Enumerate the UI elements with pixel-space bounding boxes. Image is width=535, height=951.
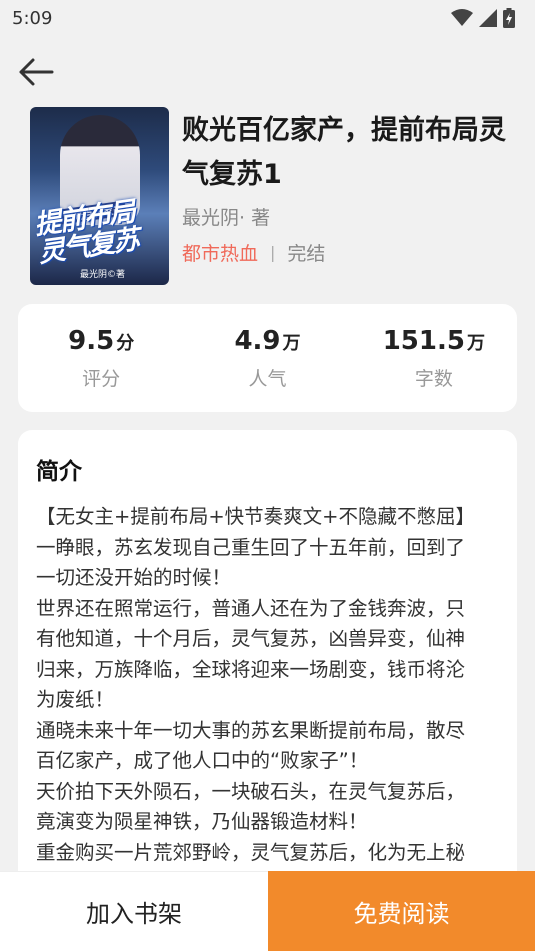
stat-label: 人气 (248, 368, 287, 390)
stat-value-line: 4.9 万 (234, 326, 300, 356)
intro-line: 为废纸！ (36, 688, 115, 711)
intro-line: 归来，万族降临，全球将迎来一场剧变，钱币将沦 (36, 657, 466, 681)
battery-icon (503, 8, 515, 28)
intro-line: 百亿家产，成了他人口中的“败家子”！ (36, 749, 369, 772)
cover-author: 最光阴©著 (80, 270, 126, 280)
stat-rating: 9.5 分 评分 (18, 304, 184, 412)
intro-heading: 简介 (36, 459, 82, 485)
stat-value-line: 151.5 万 (383, 326, 485, 356)
status-bar: 5:09 (0, 0, 535, 36)
status-icons (451, 8, 515, 28)
cover-title: 提前布局 灵气复苏 (32, 196, 140, 269)
stat-value: 4.9 (234, 326, 281, 356)
stat-popularity: 4.9 万 人气 (184, 304, 350, 412)
book-author: 最光阴· 著 (182, 207, 271, 229)
stat-value: 9.5 (68, 326, 115, 356)
tag-separator: | (270, 243, 276, 262)
stats-card: 9.5 分 评分 4.9 万 人气 151.5 万 字数 (18, 304, 517, 412)
book-cover[interactable]: 败光百亿家产 提前布局 灵气复苏 最光阴©著 (30, 107, 169, 285)
book-title: 败光百亿家产，提前布局灵气复苏1 (182, 115, 506, 190)
back-arrow-icon (19, 58, 54, 86)
signal-icon (479, 9, 497, 27)
genre-tag[interactable]: 都市热血 (182, 239, 258, 266)
back-button[interactable] (14, 52, 58, 92)
book-header: 败光百亿家产 提前布局 灵气复苏 最光阴©著 败光百亿家产，提前布局灵气复苏1 … (30, 107, 520, 287)
intro-text: 【无女主+提前布局+快节奏爽文+不隐藏不憋屈】 一睁眼，苏玄发现自己重生回了十五… (36, 502, 506, 868)
intro-line: 一睁眼，苏玄发现自己重生回了十五年前，回到了 (36, 535, 466, 559)
intro-line: 有他知道，十个月后，灵气复苏，凶兽异变，仙神 (36, 627, 466, 650)
stat-label: 评分 (82, 368, 121, 390)
intro-card: 简介 【无女主+提前布局+快节奏爽文+不隐藏不憋屈】 一睁眼，苏玄发现自己重生回… (18, 430, 517, 890)
wifi-icon (451, 9, 473, 26)
status-tag: 完结 (287, 243, 326, 265)
stat-unit: 万 (282, 333, 301, 354)
bottom-action-bar: 加入书架 免费阅读 (0, 871, 535, 951)
stat-unit: 万 (466, 333, 485, 354)
intro-line: 世界还在照常运行，普通人还在为了金钱奔波，只 (36, 596, 466, 620)
add-to-shelf-button[interactable]: 加入书架 (0, 871, 268, 951)
stat-unit: 分 (116, 333, 135, 354)
status-time: 5:09 (12, 7, 53, 29)
stat-value-line: 9.5 分 (68, 326, 134, 356)
intro-line: 天价拍下天外陨石，一块破石头，在灵气复苏后， (36, 779, 466, 803)
intro-line: 竟演变为陨星神铁，乃仙器锻造材料！ (36, 810, 368, 833)
book-tags: 都市热血 | 完结 (182, 239, 325, 266)
intro-line: 【无女主+提前布局+快节奏爽文+不隐藏不憋屈】 (36, 505, 476, 528)
free-read-button[interactable]: 免费阅读 (268, 871, 535, 951)
stat-label: 字数 (414, 368, 453, 390)
intro-line: 一切还没开始的时候！ (36, 566, 232, 589)
intro-line: 重金购买一片荒郊野岭，灵气复苏后，化为无上秘 (36, 840, 466, 864)
stat-word-count: 151.5 万 字数 (351, 304, 517, 412)
stat-value: 151.5 (382, 326, 465, 356)
intro-line: 通晓未来十年一切大事的苏玄果断提前布局，散尽 (36, 718, 466, 742)
